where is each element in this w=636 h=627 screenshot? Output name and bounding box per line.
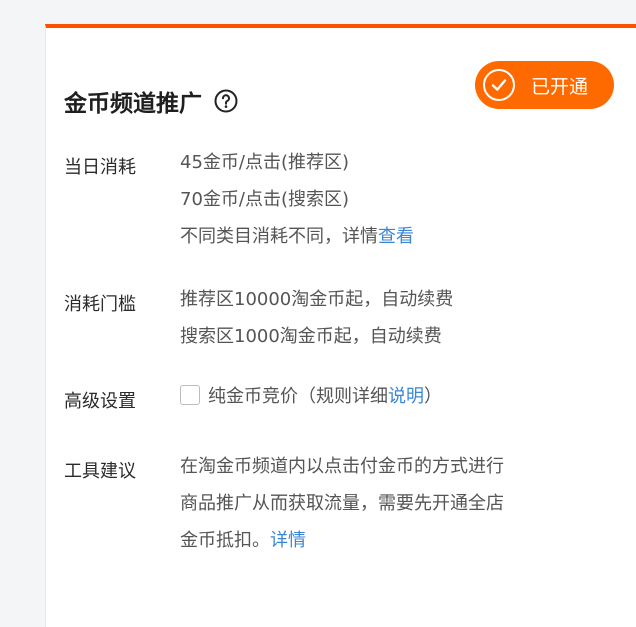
suggestion-note: 金币抵扣。 (180, 530, 270, 551)
daily-cost-line-3: 不同类目消耗不同，详情查看 (180, 218, 414, 255)
status-badge: 已开通 (475, 61, 614, 109)
row-values-daily-cost: 45金币/点击(推荐区) 70金币/点击(搜索区) 不同类目消耗不同，详情查看 (180, 152, 414, 255)
row-label-threshold: 消耗门槛 (64, 294, 136, 315)
question-circle-icon[interactable] (214, 89, 238, 113)
daily-cost-line-2: 70金币/点击(搜索区) (180, 189, 350, 210)
suggestion-line-3: 金币抵扣。详情 (180, 522, 504, 559)
status-badge-label: 已开通 (531, 75, 589, 98)
details-link[interactable]: 详情 (270, 530, 306, 551)
row-label-daily-cost: 当日消耗 (64, 157, 136, 178)
row-label-suggestion: 工具建议 (64, 461, 136, 482)
threshold-line-1: 推荐区10000淘金币起，自动续费 (180, 289, 454, 310)
bid-option: 纯金币竞价（规则详细说明） (180, 378, 442, 415)
rules-explain-link[interactable]: 说明 (388, 386, 424, 407)
row-values-threshold: 推荐区10000淘金币起，自动续费 搜索区1000淘金币起，自动续费 (180, 289, 453, 355)
row-label-advanced: 高级设置 (64, 391, 136, 412)
pure-coin-bid-label: 纯金币竞价（规则详细 (208, 386, 388, 407)
check-circle-icon (483, 69, 515, 101)
daily-cost-note: 不同类目消耗不同，详情 (180, 226, 378, 247)
daily-cost-line-1: 45金币/点击(推荐区) (180, 152, 350, 173)
pure-coin-bid-suffix: ） (424, 386, 442, 407)
page-title: 金币频道推广 (64, 91, 202, 117)
view-details-link[interactable]: 查看 (378, 226, 414, 247)
card-title-row: 金币频道推广 (64, 84, 238, 118)
row-values-suggestion: 在淘金币频道内以点击付金币的方式进行 商品推广从而获取流量，需要先开通全店 金币… (180, 456, 504, 559)
promotion-card: 金币频道推广 已开通 当日消耗 45金币/点击(推荐区) 70金币/点击(搜索区… (45, 24, 636, 627)
suggestion-line-1: 在淘金币频道内以点击付金币的方式进行 (180, 456, 504, 477)
row-values-advanced: 纯金币竞价（规则详细说明） (180, 385, 442, 415)
suggestion-line-2: 商品推广从而获取流量，需要先开通全店 (180, 493, 504, 514)
threshold-line-2: 搜索区1000淘金币起，自动续费 (180, 326, 442, 347)
pure-coin-bid-checkbox[interactable] (180, 385, 200, 405)
